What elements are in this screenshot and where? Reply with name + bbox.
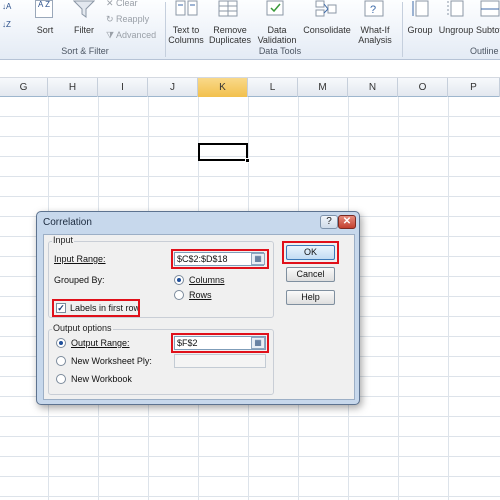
grouped-by-rows-label: Rows bbox=[189, 290, 212, 300]
input-section-label: Input bbox=[52, 235, 75, 245]
fill-handle[interactable] bbox=[245, 158, 250, 163]
outline-group-label: Outline bbox=[470, 46, 499, 56]
column-header[interactable]: I bbox=[98, 78, 148, 97]
close-icon[interactable]: ✕ bbox=[338, 215, 356, 229]
column-header[interactable]: O bbox=[398, 78, 448, 97]
highlight-input-range bbox=[171, 249, 269, 269]
text-to-columns-icon bbox=[175, 0, 198, 16]
subtotal-button[interactable]: Subtot bbox=[476, 25, 500, 35]
group-divider bbox=[402, 2, 403, 57]
column-header[interactable]: G bbox=[0, 78, 48, 97]
dialog-title: Correlation bbox=[43, 217, 92, 228]
column-header[interactable]: H bbox=[48, 78, 98, 97]
new-worksheet-label: New Worksheet Ply: bbox=[71, 356, 152, 366]
what-if-analysis-icon: ? bbox=[364, 0, 384, 17]
formula-bar-area bbox=[0, 60, 500, 78]
data-tools-group-label: Data Tools bbox=[258, 46, 302, 56]
grouped-by-label: Grouped By: bbox=[54, 275, 105, 285]
advanced-filter-icon: ⧩ bbox=[106, 30, 117, 40]
sort-icon[interactable]: A Z bbox=[35, 0, 53, 18]
column-headers: G H I J K L M N O P bbox=[0, 78, 500, 97]
clear-icon: ✕ bbox=[106, 0, 117, 8]
sort-filter-group-label: Sort & Filter bbox=[61, 46, 109, 56]
highlight-output-range bbox=[171, 333, 269, 353]
what-if-analysis-button[interactable]: What-If Analysis bbox=[352, 25, 398, 45]
column-header-active[interactable]: K bbox=[198, 78, 248, 97]
consolidate-button[interactable]: Consolidate bbox=[302, 25, 352, 35]
grouped-by-columns-radio[interactable] bbox=[174, 275, 184, 285]
consolidate-icon bbox=[315, 0, 337, 17]
output-section-label: Output options bbox=[52, 323, 113, 333]
column-header[interactable]: L bbox=[248, 78, 298, 97]
grid-line bbox=[448, 97, 449, 500]
new-worksheet-field[interactable] bbox=[174, 354, 266, 368]
reapply-icon: ↻ bbox=[106, 14, 117, 24]
new-workbook-radio[interactable] bbox=[56, 374, 66, 384]
dialog-body: Input Input Range: $C$2:$D$18 ▦ Grouped … bbox=[43, 234, 355, 400]
new-worksheet-radio[interactable] bbox=[56, 356, 66, 366]
remove-duplicates-icon bbox=[218, 0, 238, 17]
input-range-label: Input Range: bbox=[54, 254, 106, 264]
ribbon-data-tab: ↓A ↓Z A Z Sort Filter ✕ Clear ↻ Reapply … bbox=[0, 0, 500, 60]
svg-text:?: ? bbox=[370, 4, 376, 16]
ungroup-icon bbox=[447, 0, 464, 17]
help-button[interactable]: Help bbox=[286, 290, 335, 305]
excel-window: ↓A ↓Z A Z Sort Filter ✕ Clear ↻ Reapply … bbox=[0, 0, 500, 500]
help-icon[interactable]: ? bbox=[320, 215, 338, 229]
filter-icon bbox=[73, 0, 95, 18]
new-workbook-label: New Workbook bbox=[71, 374, 132, 384]
group-button[interactable]: Group bbox=[405, 25, 435, 35]
ungroup-button[interactable]: Ungroup bbox=[437, 25, 475, 35]
highlight-labels-first-row bbox=[52, 299, 140, 317]
output-range-label: Output Range: bbox=[71, 338, 130, 348]
group-icon bbox=[412, 0, 429, 17]
filter-button[interactable]: Filter bbox=[71, 25, 97, 35]
column-header[interactable]: M bbox=[298, 78, 348, 97]
remove-duplicates-button[interactable]: Remove Duplicates bbox=[207, 25, 253, 45]
cancel-button[interactable]: Cancel bbox=[286, 267, 335, 282]
selected-cell[interactable] bbox=[198, 143, 248, 161]
column-header[interactable]: P bbox=[448, 78, 500, 97]
data-validation-icon bbox=[266, 0, 284, 16]
sort-button[interactable]: Sort bbox=[33, 25, 57, 35]
text-to-columns-button[interactable]: Text to Columns bbox=[166, 25, 206, 45]
subtotal-icon bbox=[480, 0, 500, 17]
output-range-radio[interactable] bbox=[56, 338, 66, 348]
sort-descending-icon[interactable]: ↓Z bbox=[2, 20, 14, 34]
reapply-button[interactable]: ↻ Reapply bbox=[106, 14, 149, 25]
grouped-by-columns-label: Columns bbox=[189, 275, 225, 285]
column-header[interactable]: J bbox=[148, 78, 198, 97]
data-validation-button[interactable]: Data Validation bbox=[255, 25, 299, 45]
advanced-button[interactable]: ⧩ Advanced bbox=[106, 30, 156, 41]
highlight-ok-button bbox=[282, 241, 339, 264]
grouped-by-rows-radio[interactable] bbox=[174, 290, 184, 300]
clear-button[interactable]: ✕ Clear bbox=[106, 0, 138, 9]
correlation-dialog: Correlation ? ✕ Input Input Range: $C$2:… bbox=[36, 211, 360, 405]
column-header[interactable]: N bbox=[348, 78, 398, 97]
sort-ascending-icon[interactable]: ↓A bbox=[2, 2, 14, 16]
grid-line bbox=[398, 97, 399, 500]
